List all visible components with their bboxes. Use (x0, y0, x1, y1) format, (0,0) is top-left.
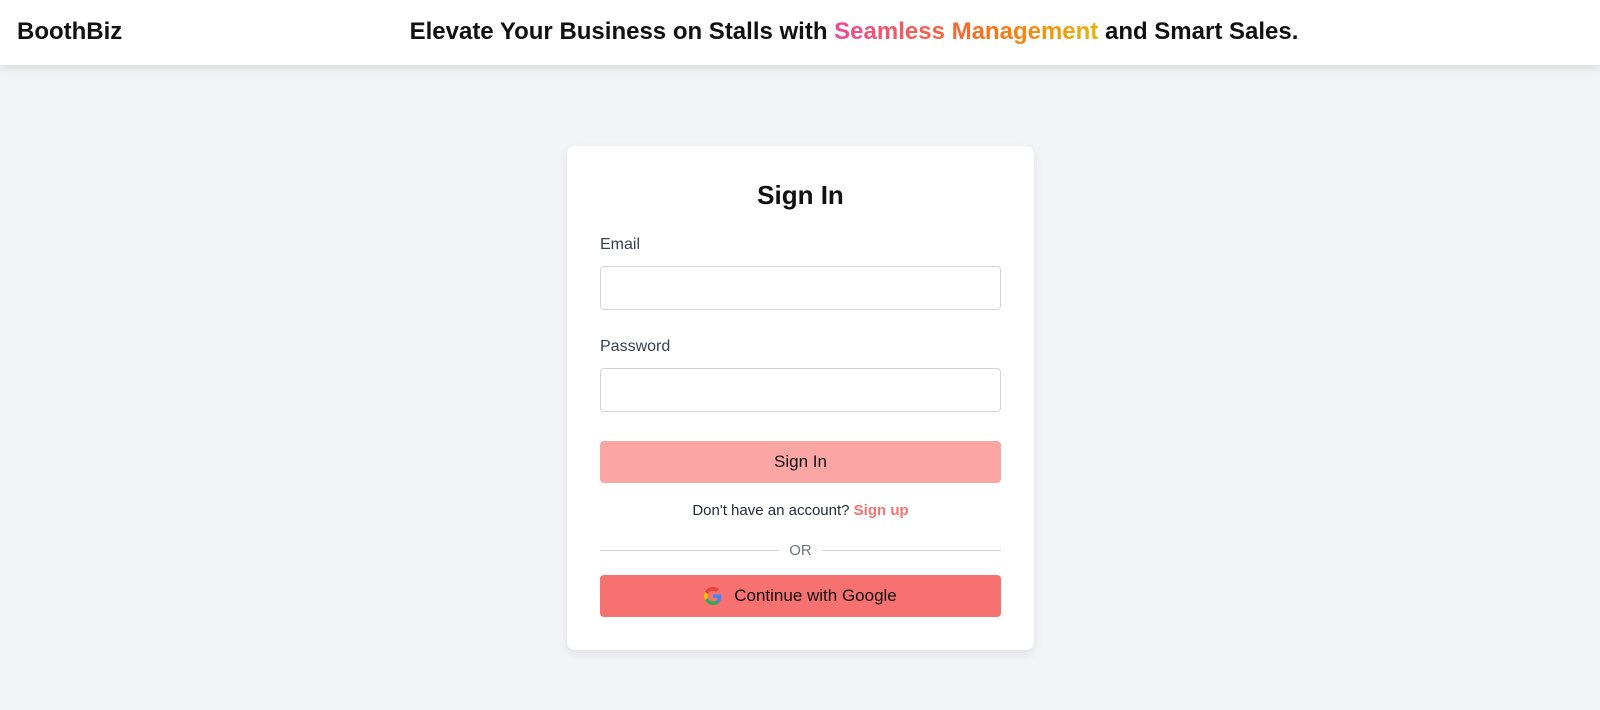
signup-prompt: Don't have an account? Sign up (567, 502, 1034, 519)
divider-line-right (821, 549, 1001, 551)
email-label: Email (600, 236, 641, 253)
email-field[interactable] (600, 266, 1001, 310)
google-signin-button[interactable]: Continue with Google (600, 575, 1001, 617)
tagline-prefix: Elevate Your Business on Stalls with (409, 18, 835, 45)
tagline-suffix: and Smart Sales. (1098, 18, 1299, 45)
password-label: Password (600, 338, 671, 355)
tagline-highlight: Seamless Management (834, 18, 1099, 45)
signup-link[interactable]: Sign up (854, 502, 909, 519)
password-field[interactable] (600, 368, 1001, 412)
signin-title: Sign In (757, 180, 844, 210)
or-divider: OR (600, 540, 1001, 560)
signin-button[interactable]: Sign In (600, 441, 1001, 483)
divider-or-text: OR (789, 541, 812, 559)
signin-card: Sign In Email Password Sign In Don't hav… (567, 146, 1034, 650)
divider-line-left (600, 549, 780, 551)
top-navbar: BoothBiz Elevate Your Business on Stalls… (0, 0, 1600, 65)
google-button-label: Continue with Google (734, 586, 897, 605)
no-account-text: Don't have an account? (692, 502, 854, 519)
header-tagline: Elevate Your Business on Stalls with Sea… (0, 17, 1600, 47)
google-icon (704, 587, 722, 605)
